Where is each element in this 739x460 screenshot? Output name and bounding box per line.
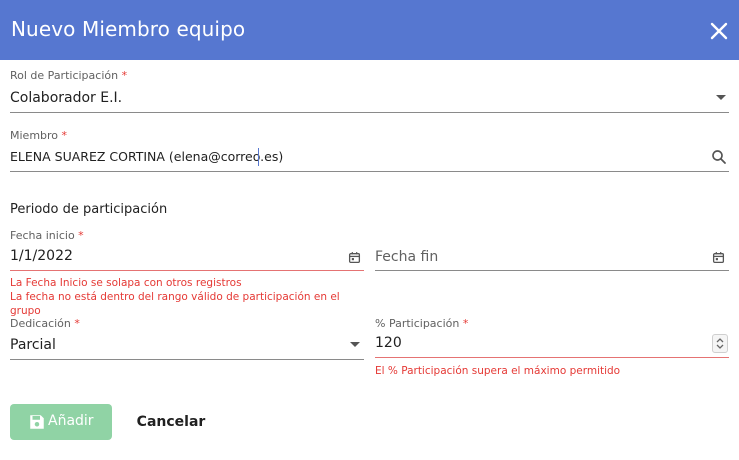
rol-label: Rol de Participación * xyxy=(10,69,128,82)
miembro-label: Miembro * xyxy=(10,129,68,142)
participacion-input[interactable]: 120 xyxy=(375,335,402,351)
chevron-down-icon[interactable] xyxy=(350,342,360,347)
add-button[interactable]: Añadir xyxy=(10,404,112,440)
rol-underline xyxy=(10,112,729,113)
rol-value: Colaborador E.I. xyxy=(10,90,123,106)
calendar-icon[interactable] xyxy=(348,251,361,264)
dedicacion-label: Dedicación * xyxy=(10,317,80,330)
fecha-inicio-input[interactable]: 1/1/2022 xyxy=(10,248,73,264)
chevron-down-icon[interactable] xyxy=(716,95,726,100)
text-cursor xyxy=(258,148,259,166)
cancel-button[interactable]: Cancelar xyxy=(124,404,218,440)
dedicacion-value: Parcial xyxy=(10,337,56,353)
miembro-underline xyxy=(10,171,729,172)
close-icon[interactable] xyxy=(707,19,731,43)
fecha-inicio-error-range: La fecha no está dentro del rango válido… xyxy=(10,291,340,317)
miembro-input[interactable]: ELENA SUAREZ CORTINA (elena@correo.es) xyxy=(10,149,283,164)
save-icon xyxy=(30,415,44,429)
fecha-fin-underline xyxy=(375,270,729,271)
fecha-inicio-label: Fecha inicio * xyxy=(10,229,84,242)
dedicacion-underline xyxy=(10,359,364,360)
search-icon[interactable] xyxy=(710,148,728,166)
calendar-icon[interactable] xyxy=(712,251,725,264)
fecha-inicio-underline xyxy=(10,270,364,271)
fecha-inicio-error-overlap: La Fecha Inicio se solapa con otros regi… xyxy=(10,277,242,289)
dialog-title: Nuevo Miembro equipo xyxy=(11,17,246,41)
participacion-underline xyxy=(375,357,729,358)
participacion-error: El % Participación supera el máximo perm… xyxy=(375,365,621,377)
stepper-arrows-icon[interactable] xyxy=(713,335,727,352)
section-periodo-title: Periodo de participación xyxy=(10,202,168,217)
dialog-header: Nuevo Miembro equipo xyxy=(0,0,739,60)
participacion-label: % Participación * xyxy=(375,317,469,330)
fecha-fin-input[interactable]: Fecha fin xyxy=(375,249,438,265)
number-stepper[interactable] xyxy=(712,334,728,353)
add-button-label: Añadir xyxy=(48,413,94,429)
